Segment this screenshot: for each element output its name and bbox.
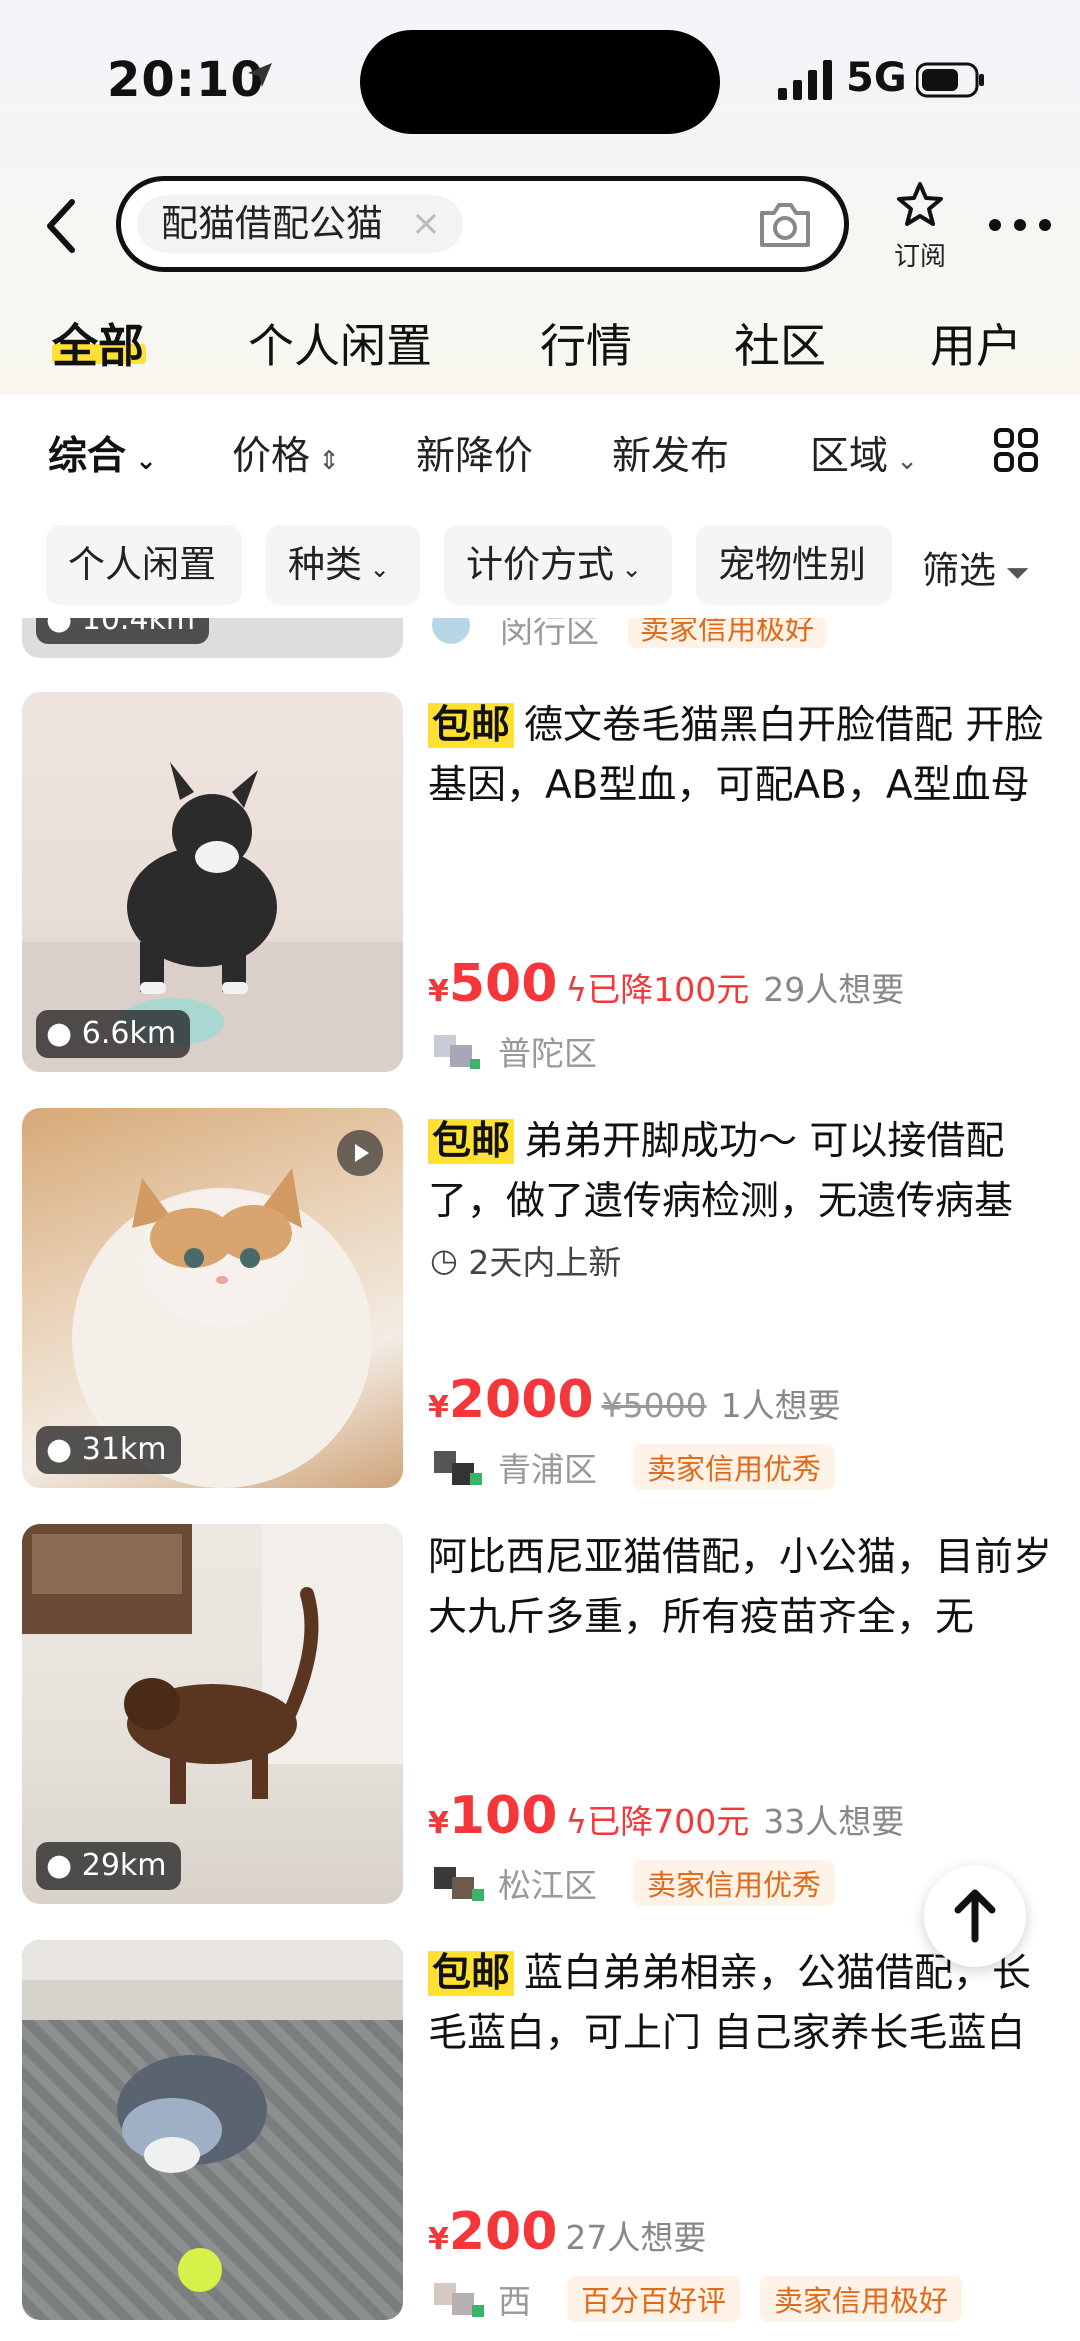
avatar: [434, 2283, 484, 2317]
listing-price: 100: [448, 1786, 558, 1846]
distance-badge: ● 29km: [36, 1842, 181, 1890]
price-row: ¥ 2000 ¥5000 1人想要: [428, 1370, 841, 1430]
free-shipping-tag: 包邮: [428, 703, 515, 748]
camera-icon[interactable]: [756, 197, 814, 253]
more-options-icon[interactable]: [985, 210, 1055, 240]
seller-credit-badge: 卖家信用优秀: [633, 1860, 836, 1906]
cellular-signal-icon: [778, 60, 832, 100]
want-count: 33人想要: [763, 1802, 905, 1841]
want-count: 29人想要: [763, 970, 905, 1009]
listing-thumbnail: ● 31km: [22, 1108, 403, 1488]
chevron-down-icon: ⌄: [888, 446, 919, 476]
seller-area: 青浦区: [498, 1450, 597, 1489]
location-arrow-icon: [248, 63, 272, 87]
sort-comprehensive[interactable]: 综合 ⌄: [48, 425, 157, 481]
chevron-down-icon: ⌄: [614, 555, 642, 583]
category-tabs: 全部 个人闲置 行情 社区 用户: [0, 300, 1080, 380]
sort-new-price-drop[interactable]: 新降价: [416, 425, 533, 481]
seller-credit-badge: 卖家信用极好: [760, 2276, 963, 2322]
subscribe-label: 订阅: [893, 242, 946, 272]
listing-price: 2000: [448, 1370, 594, 1430]
want-count: 1人想要: [720, 1386, 841, 1425]
status-bar: 20:10 5G: [0, 0, 1080, 160]
search-query-chip[interactable]: 配猫借配公猫 ×: [137, 195, 463, 253]
tab-all[interactable]: 全部: [52, 310, 144, 376]
search-bar[interactable]: 配猫借配公猫 ×: [116, 176, 849, 272]
seller-area: 西: [498, 2282, 531, 2321]
network-type: 5G: [846, 55, 907, 101]
pin-icon: ●: [46, 1848, 73, 1883]
back-arrow-icon[interactable]: [42, 196, 82, 256]
listing-card[interactable]: ● 6.6km 包邮 德文卷毛猫黑白开脸借配 开脸基因，AB型血，可配AB，A型血…: [0, 692, 1080, 1092]
chevron-down-icon: ⌄: [126, 446, 157, 476]
listing-card[interactable]: ● 31km 包邮 弟弟开脚成功～ 可以接借配了，做了遗传病检测，无遗传病基 ◷ …: [0, 1108, 1080, 1508]
price-row: ¥ 500 ϟ已降100元 29人想要: [428, 954, 905, 1014]
chip-personal-idle[interactable]: 个人闲置: [46, 525, 242, 605]
scroll-to-top-button[interactable]: [924, 1865, 1026, 1967]
avatar: [434, 1451, 482, 1485]
avatar: [434, 1035, 480, 1069]
positive-review-badge: 百分百好评: [567, 2276, 741, 2322]
listing-thumbnail: ● 29km: [22, 1524, 403, 1904]
battery-icon: [916, 62, 984, 98]
listing-thumbnail: [22, 1940, 403, 2320]
listing-thumbnail: ● 6.6km: [22, 692, 403, 1072]
seller-row: 松江区 卖家信用优秀: [430, 1858, 855, 1908]
seller-area: 松江区: [498, 1866, 597, 1905]
original-price: ¥5000: [601, 1386, 707, 1425]
listing-price: 500: [448, 954, 558, 1014]
seller-row: 普陀区: [430, 1026, 633, 1076]
listing-title: 阿比西尼亚猫借配，小公猫，目前岁大九斤多重，所有疫苗齐全，无: [428, 1535, 1053, 1640]
tab-users[interactable]: 用户: [930, 310, 1022, 376]
sort-updown-icon: ⇕: [310, 446, 341, 476]
lightning-icon: ϟ: [565, 970, 588, 1009]
pin-icon: ●: [46, 1432, 73, 1467]
avatar: [434, 1867, 484, 1901]
chip-pet-gender[interactable]: 宠物性别: [696, 525, 892, 605]
seller-credit-badge: 卖家信用优秀: [633, 1444, 836, 1490]
new-listing-tag: ◷ 2天内上新: [430, 1241, 622, 1282]
listing-list: ● 6.6km 包邮 德文卷毛猫黑白开脸借配 开脸基因，AB型血，可配AB，A型血…: [0, 618, 1080, 2341]
listing-card[interactable]: ● 29km 阿比西尼亚猫借配，小公猫，目前岁大九斤多重，所有疫苗齐全，无 ¥ …: [0, 1524, 1080, 1924]
clock-icon: ◷: [430, 1241, 458, 1279]
sort-region[interactable]: 区域 ⌄: [810, 425, 918, 481]
lightning-icon: ϟ: [565, 1802, 588, 1841]
tab-personal-idle[interactable]: 个人闲置: [248, 310, 432, 376]
seller-area: 普陀区: [498, 1034, 597, 1073]
listing-title: 包邮 弟弟开脚成功～ 可以接借配了，做了遗传病检测，无遗传病基: [428, 1119, 1014, 1224]
sort-price[interactable]: 价格 ⇕: [232, 425, 340, 481]
seller-row: 西 百分百好评 卖家信用极好: [430, 2274, 982, 2324]
chip-pricing-method[interactable]: 计价方式 ⌄: [444, 525, 672, 605]
dynamic-island: [360, 30, 720, 134]
tab-community[interactable]: 社区: [734, 310, 826, 376]
star-pin-icon: [897, 182, 943, 226]
listing-price: 200: [448, 2202, 558, 2262]
chevron-down-icon: ⌄: [362, 555, 390, 583]
clear-query-icon[interactable]: ×: [411, 195, 441, 253]
listing-card[interactable]: 包邮 蓝白弟弟相亲，公猫借配，长毛蓝白，可上门 自己家养长毛蓝白 ¥ 200 27…: [0, 1940, 1080, 2341]
filter-button[interactable]: 筛选 ⏷: [922, 540, 1030, 594]
distance-badge: ● 31km: [36, 1426, 181, 1474]
sort-newly-published[interactable]: 新发布: [612, 425, 729, 481]
grid-view-icon[interactable]: [993, 427, 1039, 473]
status-time: 20:10: [107, 52, 265, 108]
price-drop: ϟ已降700元: [565, 1802, 750, 1841]
chip-category[interactable]: 种类 ⌄: [266, 525, 420, 605]
want-count: 27人想要: [565, 2218, 707, 2257]
video-play-icon: [337, 1130, 383, 1176]
search-query-text: 配猫借配公猫: [161, 202, 383, 245]
free-shipping-tag: 包邮: [428, 1951, 515, 1996]
price-drop: ϟ已降100元: [565, 970, 750, 1009]
cat-photo: [22, 1940, 403, 2292]
tab-market[interactable]: 行情: [540, 310, 632, 376]
distance-badge: ● 6.6km: [36, 1010, 191, 1058]
filter-funnel-icon: ⏷: [996, 556, 1030, 591]
listing-title: 包邮 德文卷毛猫黑白开脸借配 开脸基因，AB型血，可配AB，A型血母: [428, 703, 1044, 808]
price-row: ¥ 200 27人想要: [428, 2202, 707, 2262]
seller-row: 青浦区 卖家信用优秀: [430, 1442, 855, 1492]
pin-icon: ●: [46, 1016, 73, 1051]
arrow-up-icon: [954, 1889, 996, 1943]
price-row: ¥ 100 ϟ已降700元 33人想要: [428, 1786, 905, 1846]
free-shipping-tag: 包邮: [428, 1119, 515, 1164]
